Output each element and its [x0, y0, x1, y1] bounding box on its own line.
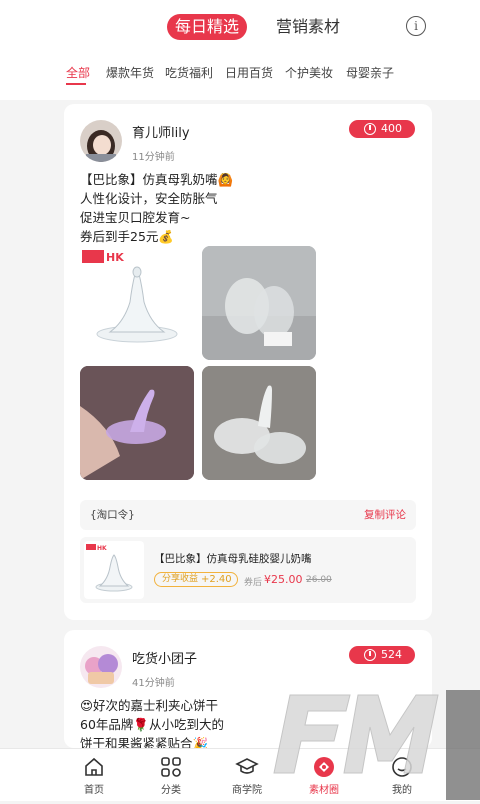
graduation-cap-icon — [235, 758, 259, 774]
share-count-badge[interactable]: 400 — [349, 120, 415, 138]
nav-material-circle-label: 素材圈 — [309, 785, 339, 796]
post-text: 😍好次的嘉士利夹心饼干 60年品牌🌹从小吃到大的 饼干和果酱紧紧贴合🎉 — [80, 698, 224, 748]
profile-icon — [392, 757, 412, 777]
share-count: 524 — [381, 648, 402, 661]
product-thumbnail: HK — [84, 541, 144, 599]
category-tab-all[interactable]: 全部 — [66, 64, 90, 81]
product-card[interactable]: HK 【巴比象】仿真母乳硅胶婴儿奶嘴 分享收益 +2.40 券后 ¥25.00 … — [80, 537, 416, 603]
category-tab-new-year-hot[interactable]: 爆款年货 — [106, 64, 154, 81]
material-circle-icon — [314, 757, 334, 777]
category-tab-beauty[interactable]: 个护美妆 — [285, 64, 333, 81]
after-coupon-label: 券后 — [244, 578, 263, 588]
home-icon — [85, 757, 103, 776]
share-count-badge[interactable]: 524 — [349, 646, 415, 664]
post-image[interactable] — [80, 366, 194, 480]
product-price: ¥25.00 — [264, 573, 303, 586]
info-icon[interactable]: i — [406, 16, 426, 36]
nav-category-label: 分类 — [161, 785, 181, 796]
original-price: 26.00 — [306, 575, 332, 585]
taokou-row: {淘口令} 复制评论 — [80, 500, 416, 530]
nav-material-circle[interactable]: 素材圈 — [294, 749, 354, 801]
post-time: 11分钟前 — [132, 152, 175, 163]
post-username[interactable]: 吃货小团子 — [132, 648, 197, 667]
post-username[interactable]: 育儿师lily — [132, 122, 190, 141]
category-tab-foodie[interactable]: 吃货福利 — [165, 64, 213, 81]
nav-profile[interactable]: 我的 — [372, 749, 432, 801]
post-card: 吃货小团子 41分钟前 524 😍好次的嘉士利夹心饼干 60年品牌🌹从小吃到大的… — [64, 630, 432, 748]
taokou-label: {淘口令} — [90, 509, 135, 521]
post-time: 41分钟前 — [132, 678, 175, 689]
timer-icon — [364, 123, 376, 135]
post-image[interactable] — [202, 246, 316, 360]
post-text: 【巴比象】仿真母乳奶嘴🙆 人性化设计，安全防胀气 促进宝贝口腔发育~ 券后到手2… — [80, 172, 234, 244]
grid-icon — [161, 757, 181, 777]
post-card: 育儿师lily 11分钟前 400 【巴比象】仿真母乳奶嘴🙆 人性化设计，安全防… — [64, 104, 432, 620]
nav-business-school[interactable]: 商学院 — [217, 749, 277, 801]
category-active-indicator — [66, 83, 86, 85]
brand-logo: HK — [106, 251, 124, 264]
top-bar: 每日精选 营销素材 i 全部 爆款年货 吃货福利 日用百货 个护美妆 母婴亲子 — [0, 0, 480, 100]
brand-logo: HK — [97, 545, 107, 552]
nav-business-school-label: 商学院 — [232, 785, 262, 796]
category-tab-mother-baby[interactable]: 母婴亲子 — [346, 64, 394, 81]
nav-profile-label: 我的 — [392, 785, 412, 796]
avatar[interactable] — [80, 646, 122, 688]
post-image[interactable]: HK — [80, 246, 194, 360]
nav-home[interactable]: 首页 — [64, 749, 124, 801]
post-image[interactable] — [202, 366, 316, 480]
tab-marketing-materials[interactable]: 营销素材 — [276, 14, 340, 40]
product-title: 【巴比象】仿真母乳硅胶婴儿奶嘴 — [154, 553, 312, 565]
nav-category[interactable]: 分类 — [141, 749, 201, 801]
share-count: 400 — [381, 122, 402, 135]
nav-home-label: 首页 — [84, 785, 104, 796]
category-tab-daily-goods[interactable]: 日用百货 — [225, 64, 273, 81]
avatar[interactable] — [80, 120, 122, 162]
share-earnings-value: +2.40 — [201, 574, 232, 585]
tab-daily-picks[interactable]: 每日精选 — [167, 14, 247, 40]
timer-icon — [364, 649, 376, 661]
copy-comment-button[interactable]: 复制评论 — [364, 500, 406, 530]
category-tabs: 全部 爆款年货 吃货福利 日用百货 个护美妆 母婴亲子 — [0, 64, 480, 85]
bottom-nav: 首页 分类 商学院 素材圈 我的 — [0, 748, 480, 801]
share-earnings-tag: 分享收益 +2.40 — [154, 572, 238, 587]
share-earnings-label: 分享收益 — [162, 574, 199, 584]
